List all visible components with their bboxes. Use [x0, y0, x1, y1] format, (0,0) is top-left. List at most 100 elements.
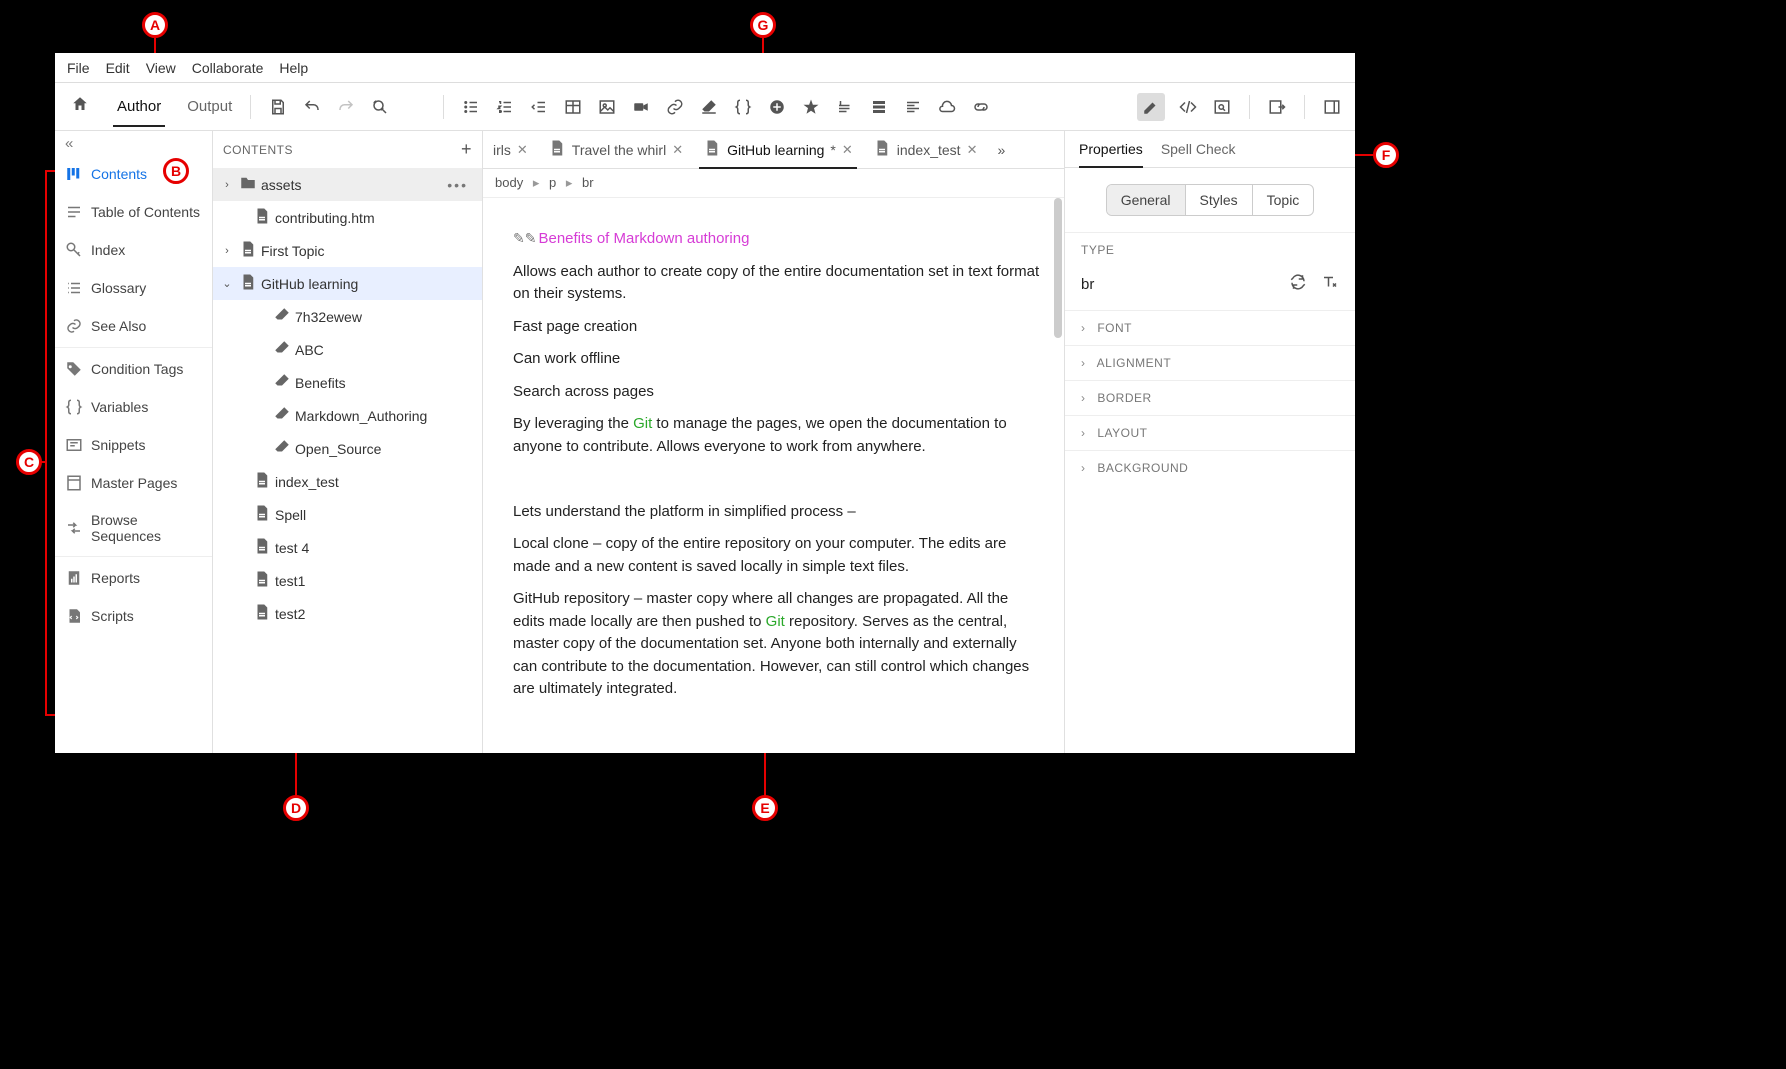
- close-icon[interactable]: ✕: [517, 142, 528, 158]
- redo-icon[interactable]: [335, 96, 357, 118]
- annotation-G: G: [750, 12, 776, 38]
- tree-item[interactable]: Spell: [213, 498, 482, 531]
- undo-icon[interactable]: [301, 96, 323, 118]
- property-section-font[interactable]: › FONT: [1065, 310, 1355, 345]
- video-icon[interactable]: [630, 96, 652, 118]
- collapse-left-icon[interactable]: «: [55, 131, 212, 155]
- save-icon[interactable]: [267, 96, 289, 118]
- property-section-layout[interactable]: › LAYOUT: [1065, 415, 1355, 450]
- chevron-icon[interactable]: ›: [221, 245, 233, 257]
- close-icon[interactable]: ✕: [967, 142, 978, 158]
- property-section-background[interactable]: › BACKGROUND: [1065, 450, 1355, 485]
- outdent-icon[interactable]: [528, 96, 550, 118]
- braces-icon[interactable]: [732, 96, 754, 118]
- panel-toggle-icon[interactable]: [1321, 96, 1343, 118]
- tree-item[interactable]: ABC: [213, 333, 482, 366]
- tree-item[interactable]: ›First Topic: [213, 234, 482, 267]
- tree-item[interactable]: Markdown_Authoring: [213, 399, 482, 432]
- find-replace-icon[interactable]: [369, 96, 391, 118]
- document-tab[interactable]: Travel the whirl✕: [538, 131, 693, 168]
- git-link[interactable]: Git: [633, 415, 652, 432]
- contents-header: CONTENTS +: [213, 131, 482, 168]
- table-icon[interactable]: [562, 96, 584, 118]
- sidebar-item-glossary[interactable]: Glossary: [55, 269, 212, 307]
- tree-item-label: ABC: [295, 342, 324, 358]
- toolbar-icons: [255, 93, 1355, 121]
- add-icon[interactable]: [766, 96, 788, 118]
- tree-item[interactable]: index_test: [213, 465, 482, 498]
- sidebar-item-table-of-contents[interactable]: Table of Contents: [55, 193, 212, 231]
- home-icon[interactable]: [65, 95, 95, 118]
- breadcrumb-part[interactable]: br: [582, 175, 594, 190]
- quote-icon[interactable]: [834, 96, 856, 118]
- tree-item[interactable]: ›assets•••: [213, 168, 482, 201]
- pill-general[interactable]: General: [1107, 185, 1185, 215]
- tree-item[interactable]: test 4: [213, 531, 482, 564]
- cloud-icon[interactable]: [936, 96, 958, 118]
- sidebar-item-see-also[interactable]: See Also: [55, 307, 212, 345]
- sidebar-item-condition-tags[interactable]: Condition Tags: [55, 350, 212, 388]
- menu-edit[interactable]: Edit: [98, 56, 138, 80]
- chevron-icon[interactable]: ›: [221, 179, 233, 191]
- menu-help[interactable]: Help: [271, 56, 316, 80]
- bullet-list-icon[interactable]: [460, 96, 482, 118]
- code-view-icon[interactable]: [1177, 96, 1199, 118]
- tree-item[interactable]: ⌄GitHub learning: [213, 267, 482, 300]
- align-icon[interactable]: [902, 96, 924, 118]
- close-icon[interactable]: ✕: [842, 142, 853, 158]
- pill-topic[interactable]: Topic: [1252, 185, 1314, 215]
- sidebar-item-master-pages[interactable]: Master Pages: [55, 464, 212, 502]
- tree-item[interactable]: test2: [213, 597, 482, 630]
- sidebar-item-reports[interactable]: Reports: [55, 559, 212, 597]
- add-content-icon[interactable]: +: [461, 139, 472, 160]
- sidebar-item-scripts[interactable]: Scripts: [55, 597, 212, 635]
- edit-mode-icon[interactable]: [1137, 93, 1165, 121]
- tab-overflow-left[interactable]: irls ✕: [483, 131, 538, 168]
- property-section-alignment[interactable]: › ALIGNMENT: [1065, 345, 1355, 380]
- more-icon[interactable]: •••: [447, 177, 474, 193]
- sidebar-item-browse-sequences[interactable]: Browse Sequences: [55, 502, 212, 554]
- menu-collaborate[interactable]: Collaborate: [184, 56, 272, 80]
- tab-properties[interactable]: Properties: [1079, 141, 1143, 167]
- tree-item[interactable]: contributing.htm: [213, 201, 482, 234]
- document-tab[interactable]: index_test✕: [863, 131, 988, 168]
- tree-item[interactable]: 7h32ewew: [213, 300, 482, 333]
- block-icon[interactable]: [868, 96, 890, 118]
- eraser-icon[interactable]: [698, 96, 720, 118]
- property-section-border[interactable]: › BORDER: [1065, 380, 1355, 415]
- close-icon[interactable]: ✕: [672, 142, 683, 158]
- lock-link-icon[interactable]: [970, 96, 992, 118]
- star-icon[interactable]: [800, 96, 822, 118]
- pill-styles[interactable]: Styles: [1185, 185, 1252, 215]
- annotation-E: E: [752, 795, 778, 821]
- tab-author[interactable]: Author: [113, 86, 165, 127]
- image-icon[interactable]: [596, 96, 618, 118]
- preview-icon[interactable]: [1211, 96, 1233, 118]
- chevron-right-icon: ›: [1081, 461, 1086, 475]
- document-tab[interactable]: GitHub learning*✕: [693, 131, 863, 168]
- document-body[interactable]: ✎✎Benefits of Markdown authoring Allows …: [483, 198, 1064, 731]
- breadcrumb-part[interactable]: p: [549, 175, 556, 190]
- menu-view[interactable]: View: [138, 56, 184, 80]
- sidebar-item-variables[interactable]: Variables: [55, 388, 212, 426]
- tab-output[interactable]: Output: [183, 86, 236, 127]
- sidebar-item-index[interactable]: Index: [55, 231, 212, 269]
- tree-item[interactable]: Open_Source: [213, 432, 482, 465]
- chevron-icon[interactable]: ⌄: [221, 277, 233, 290]
- chevron-right-icon: ›: [1081, 426, 1086, 440]
- git-link[interactable]: Git: [766, 613, 785, 630]
- scrollbar[interactable]: [1054, 198, 1062, 338]
- tree-item[interactable]: test1: [213, 564, 482, 597]
- sidebar-item-snippets[interactable]: Snippets: [55, 426, 212, 464]
- text-style-icon[interactable]: [1321, 273, 1339, 296]
- link-icon[interactable]: [664, 96, 686, 118]
- refresh-icon[interactable]: [1289, 273, 1307, 296]
- paragraph: GitHub repository – master copy where al…: [513, 588, 1040, 701]
- tree-item[interactable]: Benefits: [213, 366, 482, 399]
- export-icon[interactable]: [1266, 96, 1288, 118]
- menu-file[interactable]: File: [59, 56, 98, 80]
- tab-spell-check[interactable]: Spell Check: [1161, 141, 1236, 167]
- numbered-list-icon[interactable]: [494, 96, 516, 118]
- breadcrumb-part[interactable]: body: [495, 175, 523, 190]
- tabs-overflow-icon[interactable]: »: [987, 142, 1015, 158]
